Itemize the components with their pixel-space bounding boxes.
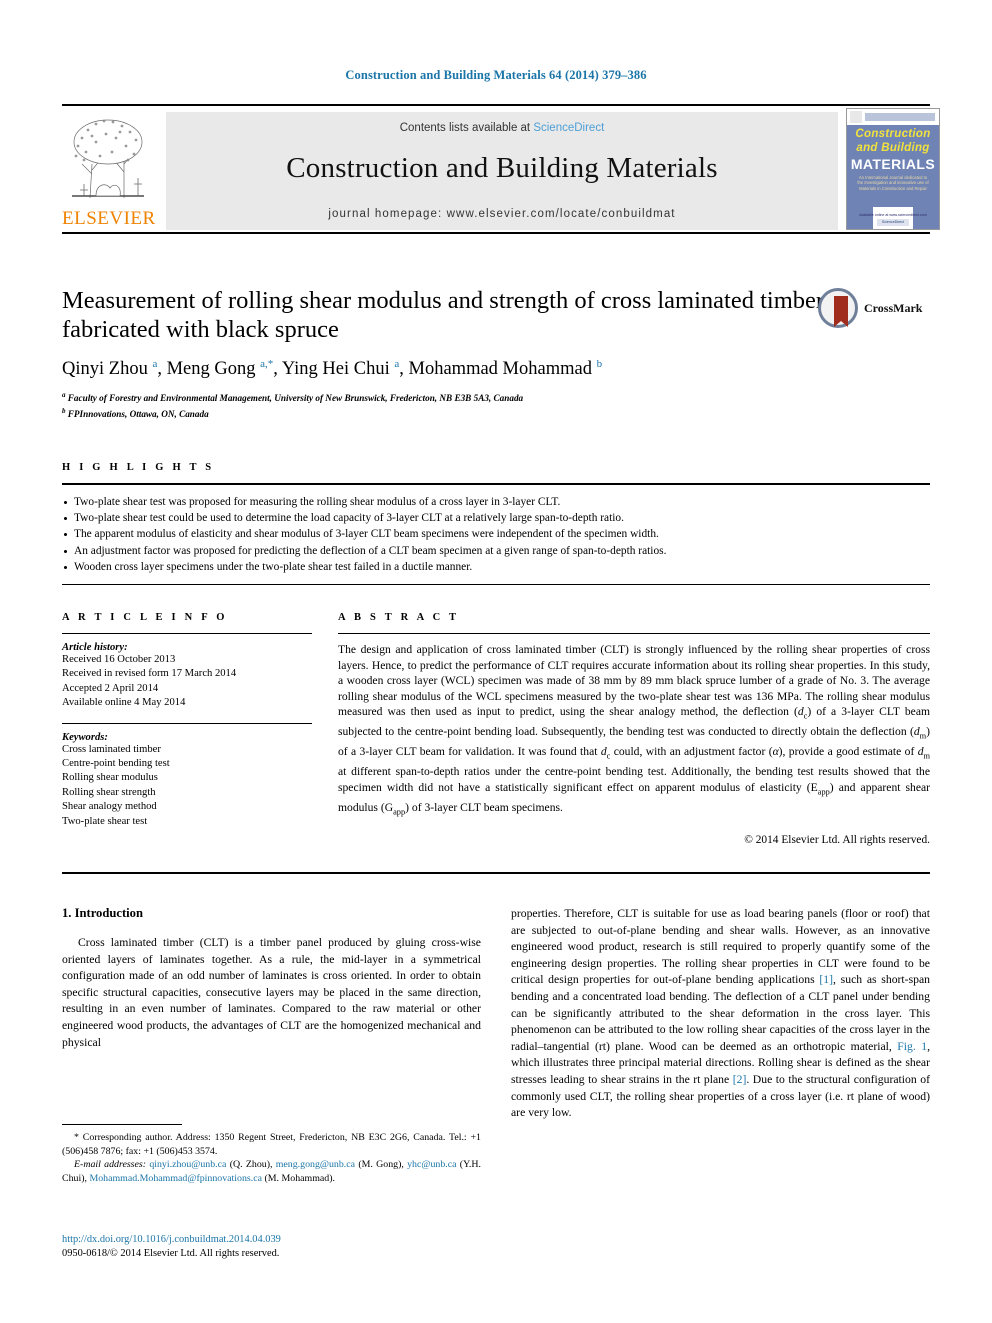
keyword-item: Centre-point bending test: [62, 758, 170, 770]
corresponding-author-note: * Corresponding author. Address: 1350 Re…: [62, 1132, 481, 1157]
article-info-column: A R T I C L E I N F O Article history: R…: [62, 612, 312, 846]
crossmark-circle-icon: [818, 288, 858, 328]
keyword-item: Rolling shear strength: [62, 786, 156, 798]
intro-paragraph-right: properties. Therefore, CLT is suitable f…: [511, 907, 931, 1120]
list-item: An adjustment factor was proposed for pr…: [62, 543, 930, 559]
list-item: Two-plate shear test was proposed for me…: [62, 494, 930, 510]
masthead-band: Contents lists available at ScienceDirec…: [166, 112, 838, 230]
cover-sciencedirect-badge: ScienceDirect: [877, 219, 909, 226]
keywords-label: Keywords:: [62, 731, 108, 743]
affiliation-b: b FPInnovations, Ottawa, ON, Canada: [62, 406, 209, 419]
history-item: Received in revised form 17 March 2014: [62, 668, 237, 680]
footnote-block: * Corresponding author. Address: 1350 Re…: [62, 1124, 481, 1185]
abstract-label: A B S T R A C T: [338, 612, 460, 623]
sciencedirect-link[interactable]: ScienceDirect: [533, 122, 604, 134]
cover-footer-text: Available online at www.sciencedirect.co…: [859, 213, 927, 217]
history-item: Received 16 October 2013: [62, 654, 176, 665]
cover-title-line1: Construction: [855, 128, 931, 140]
running-head: Construction and Building Materials 64 (…: [345, 68, 647, 82]
elsevier-logo: ELSEVIER: [62, 112, 156, 230]
info-abstract-bottom-rule: [62, 872, 930, 874]
crossmark-label: CrossMark: [864, 301, 923, 315]
author-list: Qinyi Zhou a, Meng Gong a,*, Ying Hei Ch…: [62, 358, 603, 380]
title-block: Measurement of rolling shear modulus and…: [62, 286, 930, 420]
elsevier-tree-icon: [66, 112, 150, 204]
highlights-section: H I G H L I G H T S Two-plate shear test…: [62, 462, 930, 586]
abstract-rule: [338, 633, 930, 634]
cover-top-bar: [865, 113, 935, 121]
article-history-label: Article history:: [62, 642, 128, 653]
journal-cover-thumbnail: Construction and Building MATERIALS An I…: [846, 108, 940, 230]
keyword-item: Rolling shear modulus: [62, 772, 158, 784]
abstract-column: A B S T R A C T The design and applicati…: [338, 612, 930, 846]
keywords-rule: [62, 722, 312, 724]
contents-lists-line: Contents lists available at ScienceDirec…: [166, 122, 838, 134]
abstract-copyright: © 2014 Elsevier Ltd. All rights reserved…: [744, 833, 930, 846]
article-info-rule: [62, 633, 312, 634]
highlights-bottom-rule: [62, 584, 930, 586]
tree-illustration-svg: [72, 119, 144, 199]
affiliations: a Faculty of Forestry and Environmental …: [62, 389, 930, 420]
highlights-label: H I G H L I G H T S: [62, 462, 215, 473]
list-item: The apparent modulus of elasticity and s…: [62, 526, 930, 542]
info-abstract-section: A R T I C L E I N F O Article history: R…: [62, 612, 930, 846]
contents-lists-prefix: Contents lists available at: [399, 122, 534, 134]
body-columns: 1. Introduction Cross laminated timber (…: [62, 906, 930, 1122]
keyword-item: Shear analogy method: [62, 801, 157, 813]
elsevier-wordmark: ELSEVIER: [62, 208, 156, 229]
list-item: Wooden cross layer specimens under the t…: [62, 559, 930, 575]
keyword-item: Two-plate shear test: [62, 815, 148, 827]
cover-title-line2: and Building: [856, 142, 930, 154]
masthead-top-rule: [62, 104, 930, 106]
keyword-item: Cross laminated timber: [62, 743, 161, 755]
crossmark-ribbon-icon: [834, 296, 848, 327]
cover-title-line3: MATERIALS: [850, 156, 936, 172]
cover-blurb: An International Journal dedicated to th…: [857, 175, 929, 191]
list-item: Two-plate shear test could be used to de…: [62, 510, 930, 526]
journal-masthead: ELSEVIER Contents lists available at Sci…: [62, 104, 940, 234]
cover-elsevier-icon: [850, 111, 862, 123]
highlights-list: Two-plate shear test was proposed for me…: [62, 485, 930, 575]
masthead-bottom-rule: [62, 232, 930, 234]
journal-homepage-link[interactable]: journal homepage: www.elsevier.com/locat…: [166, 208, 838, 220]
page-title: Measurement of rolling shear modulus and…: [62, 287, 825, 343]
paper-page: Construction and Building Materials 64 (…: [0, 0, 992, 1323]
section-heading-introduction: 1. Introduction: [62, 906, 143, 920]
body-right-column: properties. Therefore, CLT is suitable f…: [511, 906, 930, 1122]
doi-block: http://dx.doi.org/10.1016/j.conbuildmat.…: [62, 1233, 481, 1261]
email-addresses-note: E-mail addresses: qinyi.zhou@unb.ca (Q. …: [62, 1158, 481, 1185]
email-addresses-label: E-mail addresses:: [74, 1159, 147, 1171]
body-left-column: 1. Introduction Cross laminated timber (…: [62, 906, 481, 1122]
affiliation-a: a Faculty of Forestry and Environmental …: [62, 391, 524, 404]
issn-copyright-line: 0950-0618/© 2014 Elsevier Ltd. All right…: [62, 1248, 280, 1259]
intro-paragraph-left: Cross laminated timber (CLT) is a timber…: [62, 936, 481, 1049]
history-item: Accepted 2 April 2014: [62, 682, 159, 694]
doi-link[interactable]: http://dx.doi.org/10.1016/j.conbuildmat.…: [62, 1233, 481, 1247]
crossmark-badge[interactable]: CrossMark: [818, 288, 930, 330]
article-info-label: A R T I C L E I N F O: [62, 612, 228, 623]
journal-title: Construction and Building Materials: [286, 152, 718, 184]
abstract-text: The design and application of cross lami…: [338, 643, 930, 816]
history-item: Available online 4 May 2014: [62, 697, 186, 709]
footnote-rule: [62, 1124, 182, 1125]
